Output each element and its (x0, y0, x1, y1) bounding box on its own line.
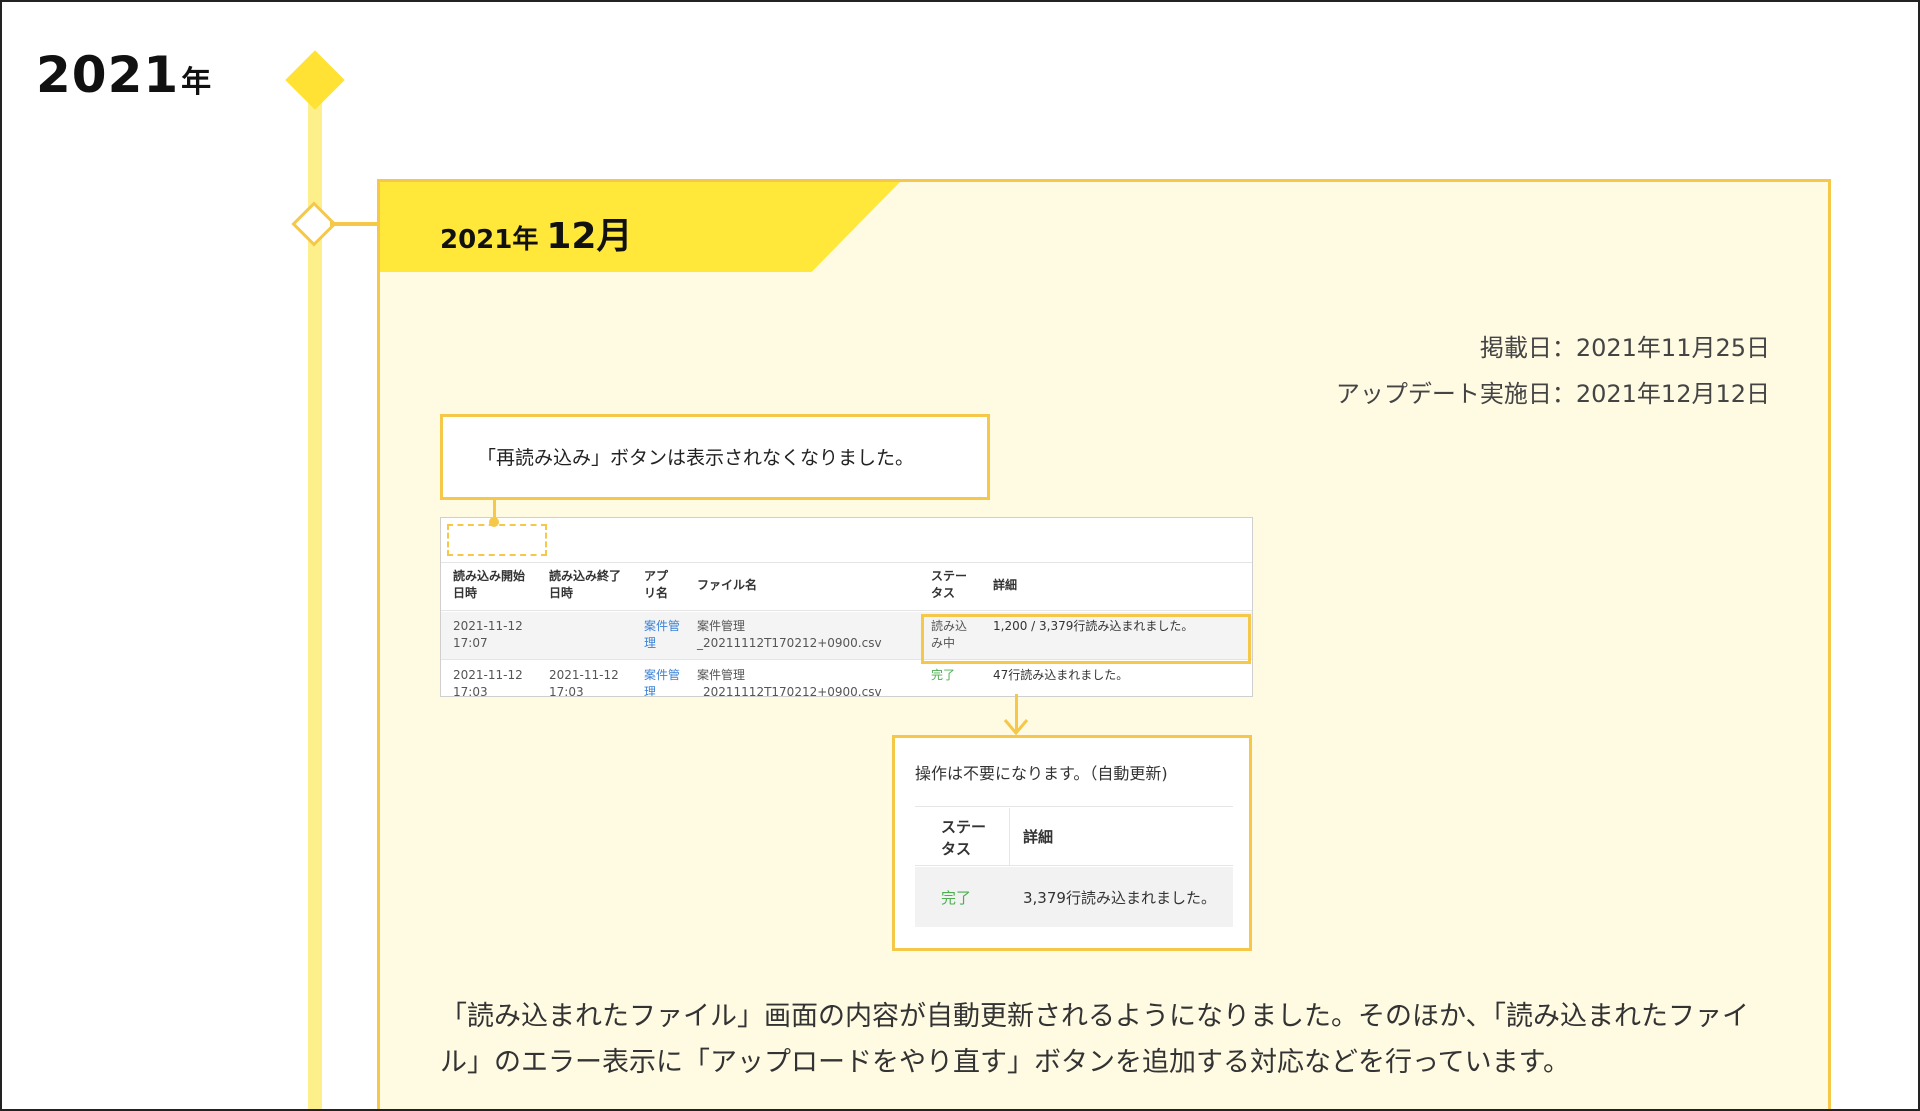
update-card: 2021年 12月 掲載日：2021年11月25日 アップデート実施日：2021年… (377, 179, 1831, 1109)
status-table-cell: 3,379行読み込まれました。 (1023, 889, 1216, 907)
screenshot-cell: 案件管理 (644, 619, 681, 650)
callout-auto-refresh-text: 操作は不要になります。（自動更新) (915, 764, 1168, 783)
card-title: 2021年 12月 (440, 207, 632, 259)
year-unit: 年 (181, 65, 212, 100)
update-date: アップデート実施日：2021年12月12日 (1335, 380, 1770, 408)
year-heading: 2021年 (36, 46, 211, 104)
callout-pointer-dot (489, 517, 499, 527)
arrow-down-icon (1003, 719, 1029, 736)
screenshot-cell: 2021-11-12 17:03 (453, 668, 523, 697)
status-highlight-box (921, 614, 1251, 664)
update-description: 「読み込まれたファイル」画面の内容が自動更新されるようになりました。そのほか、「… (440, 1001, 1749, 1078)
screenshot-header-cell: ステー タス (931, 569, 968, 600)
timeline-connector (330, 222, 378, 226)
status-table-header-cell: 詳細 (1023, 828, 1054, 846)
screenshot-cell: 2021-11-12 17:03 (549, 668, 619, 697)
status-table-header-cell: ステー タス (941, 818, 987, 858)
screenshot-cell: 案件管理 (644, 668, 681, 697)
screenshot-cell: 案件管理 _20211112T170212+0900.csv (697, 619, 882, 650)
screenshot-cell: 案件管理 _20211112T170212+0900.csv (697, 668, 882, 697)
file-list-screenshot: 読み込み開始 日時 読み込み終了 日時 アプ リ名 ファイル名 ステー タス 詳細 20… (440, 517, 1253, 697)
screenshot-cell: 完了 (931, 668, 956, 682)
posted-date: 掲載日：2021年11月25日 (1479, 334, 1770, 362)
page-frame: 2021年 2021年 12月 掲載日：2021年11月25日 アップデート実施日… (0, 0, 1920, 1111)
screenshot-header-cell: アプ リ名 (644, 569, 669, 600)
callout-reload-text: 「再読み込み」ボタンは表示されなくなりました。 (477, 447, 915, 469)
callout-auto-refresh: 操作は不要になります。（自動更新) ステー タス 詳細 完了 3,379行読み込ま… (892, 735, 1252, 951)
screenshot-header-cell: 読み込み終了 日時 (549, 569, 622, 600)
screenshot-header-cell: 詳細 (993, 578, 1018, 592)
card-dates: 掲載日：2021年11月25日 アップデート実施日：2021年12月12日 (1336, 325, 1770, 417)
screenshot-header-cell: ファイル名 (697, 578, 758, 592)
timeline-year-marker (285, 50, 345, 110)
screenshot-cell: 47行読み込まれました。 (993, 668, 1129, 682)
removed-button-placeholder (447, 524, 547, 556)
year-number: 2021 (36, 46, 180, 104)
screenshot-header-cell: 読み込み開始 日時 (453, 569, 526, 600)
status-table: ステー タス 詳細 完了 3,379行読み込まれました。 (915, 808, 1233, 932)
card-title-year: 2021年 (440, 225, 539, 255)
status-table-cell: 完了 (941, 889, 972, 907)
card-title-month: 12月 (546, 216, 633, 257)
callout-reload-removed: 「再読み込み」ボタンは表示されなくなりました。 (440, 414, 990, 500)
screenshot-cell: 2021-11-12 17:07 (453, 619, 523, 650)
